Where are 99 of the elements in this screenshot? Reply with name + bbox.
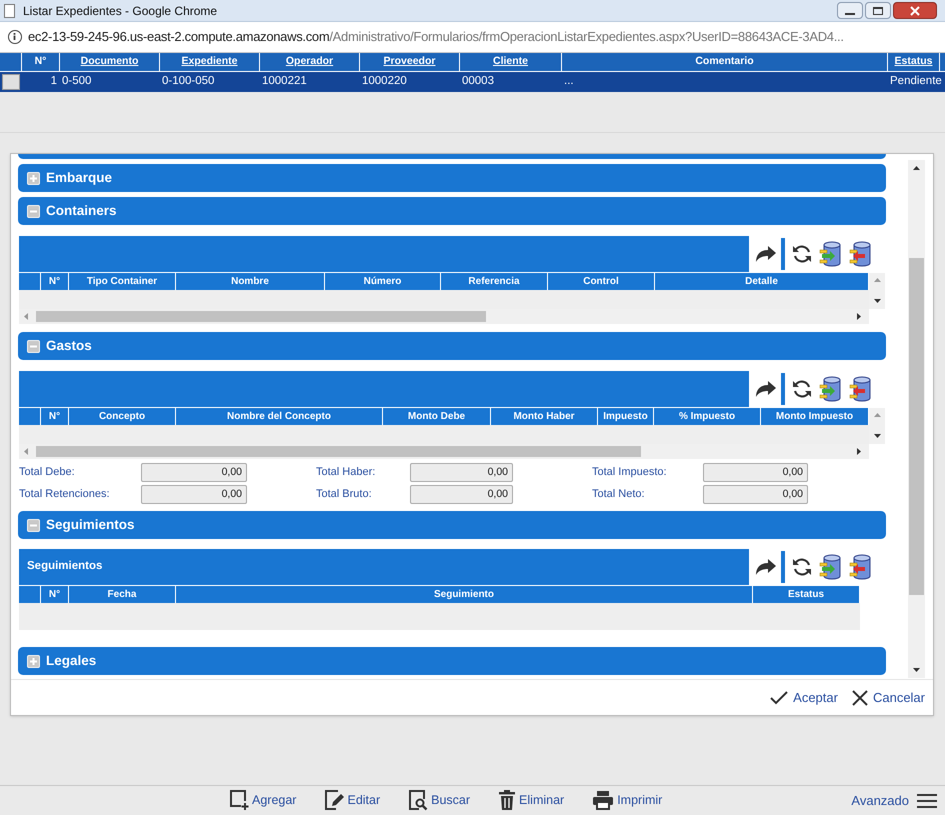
menu-icon [917, 792, 937, 809]
share-arrow-icon[interactable] [755, 380, 777, 398]
scrollbar-thumb[interactable] [36, 446, 641, 457]
vertical-scrollbar[interactable] [869, 273, 885, 309]
section-header[interactable]: Containers [18, 197, 886, 225]
table-row[interactable]: 1 0-500 0-100-050 1000221 1000220 00003 ... Pendiente [0, 72, 945, 92]
toolbar-separator [781, 373, 785, 405]
section-title: Gastos [46, 336, 92, 355]
column-header[interactable]: Proveedor [360, 53, 460, 71]
info-icon [8, 30, 22, 44]
vertical-scrollbar[interactable] [908, 160, 925, 678]
table-cell-text: 1000220 [362, 74, 407, 90]
table-cell-text: 1 [50, 74, 57, 90]
total-field[interactable]: 0,00 [141, 463, 247, 482]
search-document-icon [408, 789, 428, 811]
total-field[interactable]: 0,00 [141, 485, 247, 504]
field-label: Total Debe: [19, 465, 76, 480]
section-header[interactable]: Legales [18, 647, 886, 675]
section-header[interactable]: Seguimientos [18, 511, 886, 539]
table-cell-text: 1000221 [262, 74, 307, 90]
column-header: Comentario [562, 53, 888, 71]
close-button[interactable] [893, 2, 937, 19]
table-cell-text: 0-100-050 [162, 74, 214, 90]
minus-icon[interactable] [27, 340, 40, 352]
scroll-up-icon[interactable] [913, 166, 920, 170]
plus-icon[interactable] [27, 654, 40, 668]
advanced-button[interactable]: Avanzado [851, 791, 937, 810]
address-bar[interactable]: ec2-13-59-245-96.us-east-2.compute.amazonaws.com/Administrativo/Formularios/frmOperacionListarExpedientes.aspx?UserID=88643ACE-3AD4... [0, 22, 945, 53]
table-cell-text: Pendiente [890, 74, 942, 90]
minus-icon[interactable] [27, 204, 40, 218]
trash-icon [498, 789, 516, 811]
toolbar-separator [781, 238, 785, 270]
scroll-right-icon[interactable] [857, 313, 861, 320]
accept-button[interactable]: Aceptar [770, 688, 838, 708]
field-label: Total Bruto: [316, 487, 373, 502]
database-export-icon[interactable] [819, 554, 843, 580]
close-icon [910, 6, 920, 16]
total-field[interactable]: 0,00 [410, 485, 513, 504]
vertical-scrollbar[interactable] [869, 408, 885, 444]
table-cell-text: 0-500 [62, 74, 92, 90]
window-title: Listar Expedientes - Google Chrome [23, 2, 218, 20]
column-header[interactable]: Estatus [888, 53, 940, 71]
toolbar-separator [781, 551, 785, 583]
toolbar-button[interactable]: Imprimir [592, 789, 662, 811]
total-field[interactable]: 0,00 [703, 485, 808, 504]
toolbar-button[interactable]: Editar [324, 789, 380, 811]
field-label: Total Retenciones: [19, 487, 110, 502]
database-import-icon[interactable] [849, 554, 873, 580]
database-export-icon[interactable] [819, 376, 843, 402]
share-arrow-icon[interactable] [755, 558, 777, 576]
minus-icon[interactable] [27, 518, 40, 532]
horizontal-scrollbar[interactable] [19, 444, 869, 459]
column-header[interactable]: Expediente [160, 53, 260, 71]
database-import-icon[interactable] [849, 376, 873, 402]
cancel-button[interactable]: Cancelar [852, 688, 925, 708]
total-field[interactable]: 0,00 [703, 463, 808, 482]
scroll-down-icon[interactable] [874, 434, 881, 438]
plus-icon[interactable] [27, 172, 40, 184]
field-label: Total Haber: [316, 465, 376, 480]
section-title: Containers [46, 202, 117, 220]
check-icon [770, 690, 788, 704]
close-icon [852, 690, 868, 706]
edit-document-icon [324, 789, 344, 811]
grid-caption: Seguimientos [27, 559, 102, 574]
maximize-button[interactable] [865, 2, 891, 19]
add-document-icon [229, 789, 249, 811]
scrollbar-thumb[interactable] [36, 311, 486, 322]
toolbar-button[interactable]: Eliminar [498, 789, 564, 811]
field-label: Total Impuesto: [592, 465, 668, 480]
total-field[interactable]: 0,00 [410, 463, 513, 482]
table-cell-text: 00003 [462, 74, 494, 90]
column-header: N° [22, 53, 60, 71]
horizontal-scrollbar[interactable] [19, 309, 869, 324]
section-header[interactable]: Gastos [18, 332, 886, 360]
scroll-down-icon[interactable] [874, 299, 881, 303]
page-icon [4, 4, 15, 18]
column-header[interactable]: Documento [60, 53, 160, 71]
section-header[interactable]: Embarque [18, 164, 886, 192]
section-title: Seguimientos [46, 516, 135, 534]
column-header[interactable]: Operador [260, 53, 360, 71]
scrollbar-thumb[interactable] [909, 258, 924, 595]
section-title: Legales [46, 652, 96, 670]
share-arrow-icon[interactable] [755, 245, 777, 263]
section-title: Embarque [46, 168, 112, 187]
scroll-right-icon[interactable] [857, 448, 861, 455]
minimize-button[interactable] [837, 2, 863, 19]
column-header[interactable]: Cliente [460, 53, 562, 71]
refresh-icon[interactable] [791, 378, 813, 400]
toolbar-button[interactable]: Agregar [229, 789, 296, 811]
database-export-icon[interactable] [819, 241, 843, 267]
url-text: ec2-13-59-245-96.us-east-2.compute.amazonaws.com/Administrativo/Formularios/frmOperacionListarExpedientes.aspx?UserID=88643ACE-3AD4... [28, 28, 844, 46]
field-label: Total Neto: [592, 487, 646, 502]
scroll-down-icon[interactable] [913, 668, 920, 672]
toolbar-button[interactable]: Buscar [408, 789, 470, 811]
refresh-icon[interactable] [791, 243, 813, 265]
table-cell-text: ... [564, 74, 574, 90]
refresh-icon[interactable] [791, 556, 813, 578]
printer-icon [592, 790, 614, 810]
database-import-icon[interactable] [849, 241, 873, 267]
